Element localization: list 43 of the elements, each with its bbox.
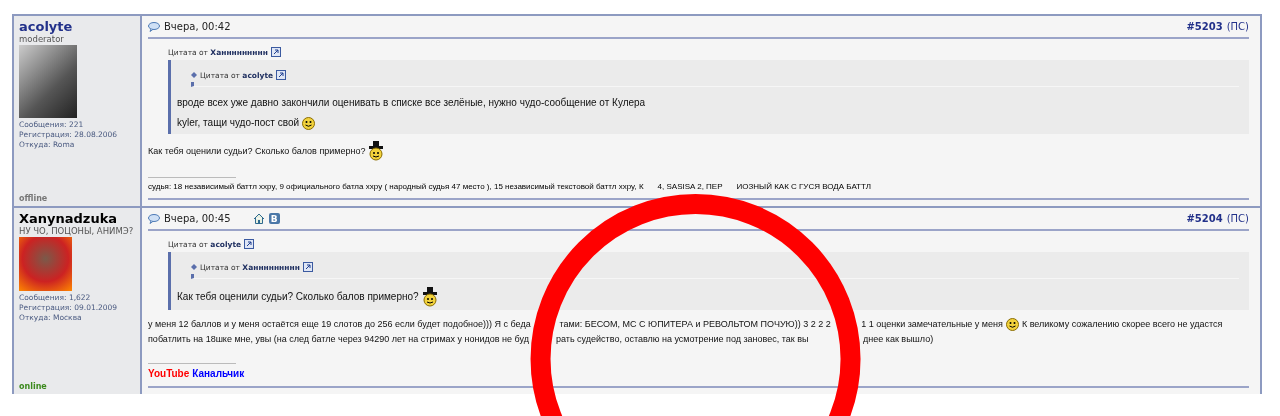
post-time: Вчера, 00:42 [164, 21, 231, 32]
quote-text: вроде всех уже давно закончили оценивать в списке все зелёные, нужно чудо-сообщение от Кулера [177, 96, 646, 110]
post-number-link[interactable]: #5204 [1186, 213, 1223, 224]
smiley-icon [302, 116, 316, 130]
post-text: у меня 12 баллов и у меня остаётся еще 19 слотов до 256 если будет подобное))) Я с беда [148, 318, 531, 331]
post-text: рать судейство, оставлю на усмотрение под занoвес, так вы [555, 333, 809, 346]
hat-smiley-icon [421, 287, 438, 307]
smiley-icon [1005, 318, 1019, 331]
username[interactable]: Xanynadzuka [19, 211, 135, 226]
signature-text[interactable]: Канальчик [192, 368, 245, 379]
link-arrow-icon[interactable] [270, 47, 281, 57]
quote-text: kyler, тащи чудо-пост свой [177, 116, 300, 130]
signature-text: судья: 18 независимый баттл xxpy, 9 официального батла xxpy ( народный судья 47 место ), 15 независимый текстовой баттл xxpy, К [148, 182, 644, 191]
vk-link[interactable]: B [268, 213, 280, 224]
user-title: moderator [19, 34, 65, 44]
link-arrow-icon[interactable] [302, 262, 313, 272]
post-text: 1 1 оценки замечательные у меня [861, 318, 1003, 331]
post-text: К великому сожалению скорее всего не удастся [1021, 318, 1223, 331]
post-number-link[interactable]: #5203 [1186, 21, 1223, 32]
post-time: Вчера, 00:45 [164, 213, 231, 224]
online-status: online [19, 382, 48, 391]
speech-bubble-icon [148, 21, 160, 32]
hat-smiley-icon [368, 141, 385, 161]
diamond-icon [191, 72, 197, 78]
avatar-photo-placeholder [19, 237, 72, 291]
user-title: НУ ЧО, ПОЦОНЫ, АНИМЭ? [19, 226, 135, 236]
speech-bubble-icon [148, 213, 160, 224]
post-text: днее как вышло) [863, 333, 934, 346]
post-text: побатлить на 18шке мне, увы (на след батле через 94290 лет на стримах у нонидов не буд [148, 333, 529, 346]
post-text: Как тебя оценили судьи? Сколько балов примерно? [148, 144, 366, 158]
link-arrow-icon[interactable] [276, 70, 287, 80]
home-icon[interactable] [252, 213, 265, 224]
post-text: тами: БЕСОМ, МС С ЮПИТЕРА и РЕВОЛЬТОМ ПОЧУЮ)) 3 2 2 2 [559, 318, 831, 331]
diamond-icon [191, 264, 197, 270]
signature-text[interactable]: YouTube [148, 368, 190, 379]
username[interactable]: acolyte [19, 19, 135, 34]
link-arrow-icon[interactable] [244, 239, 255, 249]
quote-text: Как тебя оценили судьи? Сколько балов примерно? [177, 290, 419, 304]
signature-text: ИОЗНЫЙ КАК С ГУСЯ ВОДА БАТТЛ [736, 182, 871, 191]
online-status: offline [19, 194, 49, 203]
pm-link[interactable]: (ПС) [1226, 21, 1249, 32]
signature-text: 4, SASISA 2, ПЕР [657, 182, 723, 191]
pm-link[interactable]: (ПС) [1226, 213, 1249, 224]
